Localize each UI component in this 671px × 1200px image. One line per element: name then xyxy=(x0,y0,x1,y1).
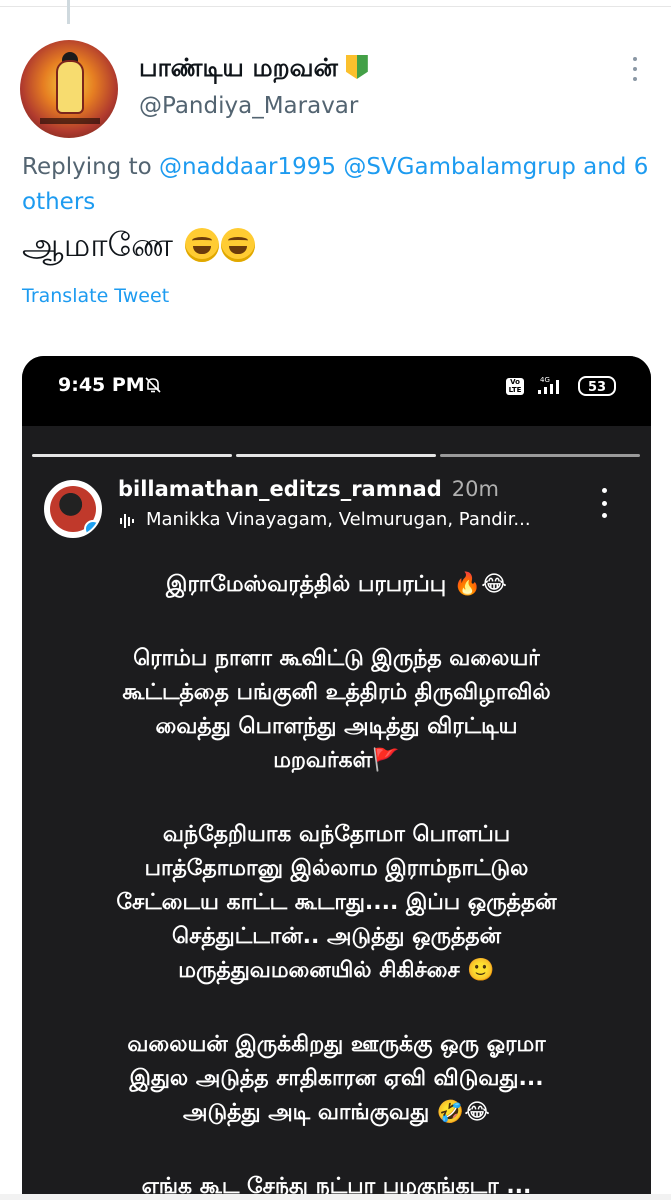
story-text-body: இராமேஸ்வரத்தில் பரபரப்பு 🔥😂 ரொம்ப நாளா க… xyxy=(22,568,651,1200)
story-music-label[interactable]: Manikka Vinayagam, Velmurugan, Pandir... xyxy=(146,509,531,530)
tweet-text: ஆமாணே xyxy=(22,225,256,269)
volte-icon: Vo LTE xyxy=(506,378,524,395)
author-display-name[interactable]: பாண்டிய மறவன் xyxy=(139,53,368,86)
signal-icon: 4G xyxy=(538,376,559,394)
bottom-divider xyxy=(0,1194,671,1200)
story-author[interactable]: billamathan_editzs_ramnad 20m xyxy=(118,477,499,501)
phone-status-bar: 9:45 PM Vo LTE 4G 53 xyxy=(22,356,651,426)
replying-to-prefix: Replying to xyxy=(22,154,152,180)
bell-off-icon xyxy=(145,377,161,393)
story-paragraph: ரொம்ப நாளா கூவிட்டு இருந்த வலையர் கூட்டத… xyxy=(122,646,551,773)
status-time: 9:45 PM xyxy=(58,374,145,396)
avatar-figure-body xyxy=(58,62,82,112)
story-age: 20m xyxy=(451,477,499,501)
rofl-emoji-icon xyxy=(221,228,256,262)
reply-mentions-link[interactable]: @naddaar1995 @SVGambalamgrup xyxy=(159,154,576,180)
author-handle[interactable]: @Pandiya_Maravar xyxy=(139,93,358,119)
top-divider xyxy=(0,0,671,7)
story-more-options-icon[interactable] xyxy=(602,488,610,518)
story-paragraph: வலையன் இருக்கிறது ஊருக்கு ஒரு ஓரமா இதுல … xyxy=(127,1032,546,1125)
rofl-emoji-icon xyxy=(185,228,220,262)
story-progress-segment xyxy=(32,454,232,457)
author-avatar[interactable] xyxy=(20,40,118,138)
story-paragraph: வந்தேறியாக வந்தோமா பொளப்ப பாத்தோமானு இல்… xyxy=(116,822,557,983)
battery-icon: 53 xyxy=(578,376,616,396)
story-author-avatar[interactable] xyxy=(44,480,102,538)
tweet-text-body: ஆமாணே xyxy=(22,225,173,264)
attached-story-screenshot[interactable]: 9:45 PM Vo LTE 4G 53 billamathan_editzs_… xyxy=(22,356,651,1200)
svg-text:4G: 4G xyxy=(540,376,550,384)
author-name-text: பாண்டிய மறவன் xyxy=(139,53,338,82)
translate-tweet-link[interactable]: Translate Tweet xyxy=(22,285,169,307)
story-username[interactable]: billamathan_editzs_ramnad xyxy=(118,477,442,501)
more-options-icon[interactable] xyxy=(625,55,645,83)
replying-to-line: Replying to @naddaar1995 @SVGambalamgrup… xyxy=(22,150,652,220)
story-progress-segment xyxy=(440,454,640,457)
story-paragraph: இராமேஸ்வரத்தில் பரபரப்பு 🔥😂 xyxy=(166,572,507,597)
story-progress-segment xyxy=(236,454,436,457)
music-bars-icon xyxy=(120,513,138,529)
beginner-badge-icon xyxy=(345,55,368,79)
verified-check-icon xyxy=(84,520,100,536)
avatar-caption-strip xyxy=(40,118,100,124)
reply-connector[interactable]: and xyxy=(583,154,626,180)
thread-connector-line xyxy=(67,0,70,24)
